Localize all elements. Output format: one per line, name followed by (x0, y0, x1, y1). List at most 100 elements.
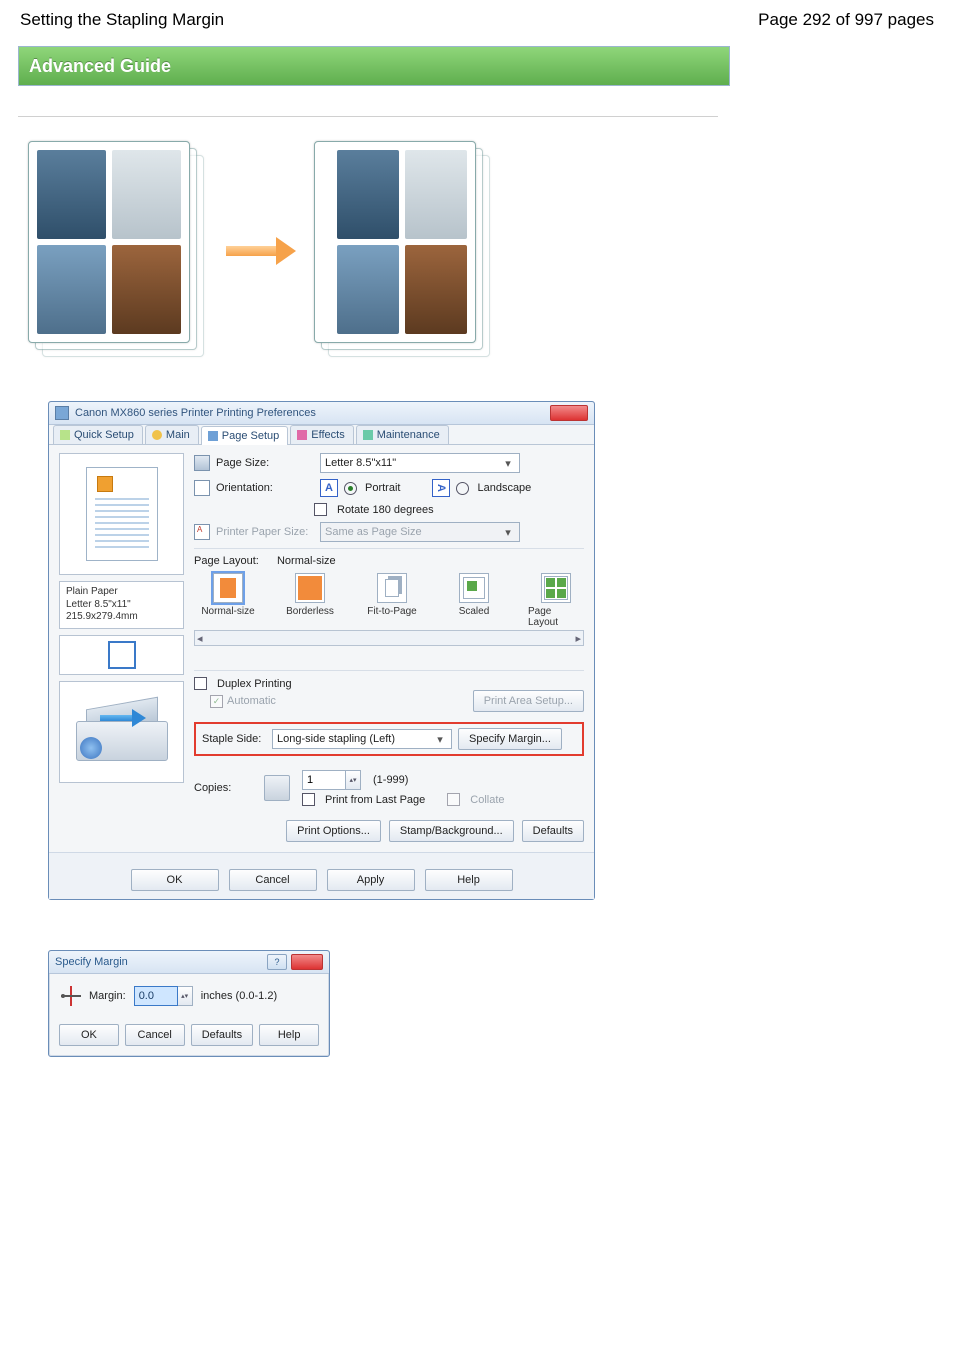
cancel-button[interactable]: Cancel (229, 869, 317, 891)
duplex-label: Duplex Printing (217, 678, 292, 690)
printer-paper-icon (194, 524, 210, 540)
media-type: Plain Paper (66, 586, 177, 599)
portrait-label: Portrait (365, 482, 400, 494)
app-icon (55, 406, 69, 420)
chevron-down-icon: ▾ (433, 733, 447, 746)
media-info: Plain Paper Letter 8.5"x11" 215.9x279.4m… (59, 581, 184, 629)
orientation-label: Orientation: (216, 482, 314, 494)
staple-side-highlight: Staple Side: Long-side stapling (Left)▾ … (194, 722, 584, 756)
printer-paper-label: Printer Paper Size: (216, 526, 314, 538)
media-size: Letter 8.5"x11" 215.9x279.4mm (66, 599, 177, 624)
specify-margin-dialog: Specify Margin ? Margin: ▴▾ inches (0.0-… (48, 950, 330, 1057)
help-button[interactable]: Help (259, 1024, 319, 1046)
help-button[interactable]: Help (425, 869, 513, 891)
layout-preview (59, 635, 184, 675)
defaults-button[interactable]: Defaults (191, 1024, 254, 1046)
close-icon[interactable] (550, 405, 588, 421)
layout-borderless[interactable]: Borderless (282, 573, 338, 628)
portrait-radio[interactable] (344, 482, 357, 495)
copies-input[interactable] (302, 770, 346, 790)
layout-options: Normal-size Borderless Fit-to-Page Scale… (200, 573, 584, 628)
close-icon[interactable] (291, 954, 323, 970)
page-title: Setting the Stapling Margin (20, 10, 224, 30)
margin-input[interactable] (134, 986, 178, 1006)
landscape-label: Landscape (477, 482, 531, 494)
landscape-radio[interactable] (456, 482, 469, 495)
page-size-icon (194, 455, 210, 471)
apply-button[interactable]: Apply (327, 869, 415, 891)
layout-label: Page Layout: (194, 555, 259, 567)
layout-scrollbar[interactable]: ◂▸ (194, 630, 584, 646)
ok-button[interactable]: OK (131, 869, 219, 891)
copies-icon (264, 775, 290, 801)
dialog-title: Canon MX860 series Printer Printing Pref… (75, 407, 550, 419)
copies-label: Copies: (194, 782, 258, 794)
tab-strip: Quick Setup Main Page Setup Effects Main… (49, 425, 594, 445)
layout-value: Normal-size (277, 555, 336, 567)
landscape-icon: A (432, 479, 450, 497)
page-preview (59, 453, 184, 575)
margin-label: Margin: (89, 990, 126, 1002)
print-options-button[interactable]: Print Options... (286, 820, 381, 842)
chevron-down-icon: ▾ (501, 526, 515, 539)
tab-label: Main (166, 429, 190, 441)
cancel-button[interactable]: Cancel (125, 1024, 185, 1046)
margin-illustration (28, 141, 936, 361)
layout-fit[interactable]: Fit-to-Page (364, 573, 420, 628)
layout-item-label: Page Layout (528, 606, 584, 628)
arrow-icon (226, 240, 296, 262)
layout-normal[interactable]: Normal-size (200, 573, 256, 628)
tab-label: Effects (311, 429, 344, 441)
layout-pagelayout[interactable]: Page Layout (528, 573, 584, 628)
stamp-background-button[interactable]: Stamp/Background... (389, 820, 514, 842)
collate-checkbox (447, 793, 460, 806)
tab-label: Maintenance (377, 429, 440, 441)
copies-stepper[interactable]: ▴▾ (302, 770, 361, 790)
printing-preferences-dialog: Canon MX860 series Printer Printing Pref… (48, 401, 595, 900)
help-icon[interactable]: ? (267, 954, 287, 970)
select-value: Letter 8.5"x11" (325, 457, 396, 469)
printer-preview (59, 681, 184, 783)
rotate-checkbox[interactable] (314, 503, 327, 516)
chevron-down-icon: ▾ (501, 457, 515, 470)
specify-margin-button[interactable]: Specify Margin... (458, 728, 562, 750)
printer-paper-select: Same as Page Size ▾ (320, 522, 520, 542)
duplex-checkbox[interactable] (194, 677, 207, 690)
margin-unit: inches (0.0-1.2) (201, 990, 277, 1002)
dialog-title: Specify Margin (55, 956, 263, 968)
tab-quick-setup[interactable]: Quick Setup (53, 425, 143, 444)
defaults-button[interactable]: Defaults (522, 820, 584, 842)
layout-item-label: Fit-to-Page (367, 606, 416, 617)
tab-page-setup[interactable]: Page Setup (201, 426, 289, 445)
print-last-label: Print from Last Page (325, 794, 425, 806)
page-counter: Page 292 of 997 pages (758, 10, 934, 30)
margin-stepper[interactable]: ▴▾ (134, 986, 193, 1006)
page-size-select[interactable]: Letter 8.5"x11" ▾ (320, 453, 520, 473)
automatic-label: Automatic (227, 695, 276, 707)
tab-label: Quick Setup (74, 429, 134, 441)
select-value: Same as Page Size (325, 526, 422, 538)
tab-maintenance[interactable]: Maintenance (356, 425, 449, 444)
layout-scaled[interactable]: Scaled (446, 573, 502, 628)
orientation-icon (194, 480, 210, 496)
ok-button[interactable]: OK (59, 1024, 119, 1046)
tab-main[interactable]: Main (145, 425, 199, 444)
tab-label: Page Setup (222, 430, 280, 442)
guide-banner: Advanced Guide (18, 46, 730, 86)
rotate-label: Rotate 180 degrees (337, 504, 434, 516)
staple-side-label: Staple Side: (202, 733, 266, 745)
print-last-checkbox[interactable] (302, 793, 315, 806)
staple-side-select[interactable]: Long-side stapling (Left) ▾ (272, 729, 452, 749)
automatic-checkbox (210, 695, 223, 708)
copies-range: (1-999) (373, 774, 408, 786)
collate-label: Collate (470, 794, 504, 806)
portrait-icon: A (320, 479, 338, 497)
tab-effects[interactable]: Effects (290, 425, 353, 444)
print-area-setup-button: Print Area Setup... (473, 690, 584, 712)
select-value: Long-side stapling (Left) (277, 733, 395, 745)
page-size-label: Page Size: (216, 457, 314, 469)
margin-icon (61, 986, 81, 1006)
layout-item-label: Borderless (286, 606, 334, 617)
layout-item-label: Scaled (459, 606, 490, 617)
divider (18, 116, 718, 117)
